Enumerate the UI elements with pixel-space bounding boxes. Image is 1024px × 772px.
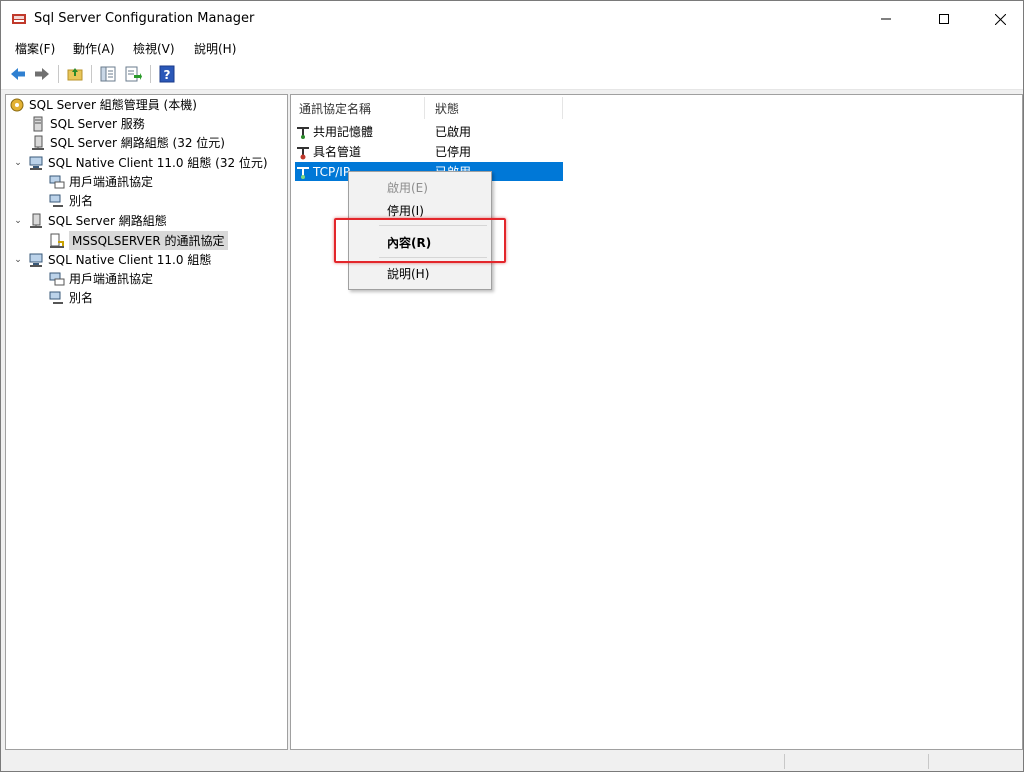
app-icon <box>12 14 26 24</box>
tree-item-label: SQL Server 網路組態 (32 位元) <box>50 136 225 150</box>
services-icon <box>33 116 43 131</box>
svg-text:?: ? <box>164 68 171 82</box>
chevron-down-icon[interactable]: ⌄ <box>12 255 24 265</box>
tree-item-label: 別名 <box>69 194 94 208</box>
toolbar-separator <box>91 65 92 83</box>
list-item-shared-memory[interactable]: 共用記憶體 已啟用 <box>295 122 563 141</box>
close-button[interactable] <box>977 1 1023 37</box>
tree-item-client-protocols-2[interactable]: 用戶端通訊協定 <box>49 269 153 288</box>
column-header-protocol-name[interactable]: 通訊協定名稱 <box>299 98 371 118</box>
menu-bar: 檔案(F) 動作(A) 檢視(V) 說明(H) <box>1 37 1023 59</box>
close-icon <box>994 13 1006 25</box>
network-config-icon <box>32 135 44 150</box>
tree-pane[interactable]: SQL Server 組態管理員 (本機) SQL Server 服務 SQL … <box>5 94 288 750</box>
chevron-down-icon[interactable]: ⌄ <box>12 158 24 168</box>
show-hide-console-icon[interactable] <box>99 65 117 83</box>
minimize-icon <box>881 18 891 20</box>
tree-item-aliases[interactable]: 別名 <box>49 191 93 210</box>
tree-item-mssqlserver-protocols[interactable]: MSSQLSERVER 的通訊協定 <box>49 231 228 250</box>
menu-item-label: 啟用(E) <box>387 180 428 195</box>
minimize-button[interactable] <box>863 1 909 37</box>
tree-item-label: 用戶端通訊協定 <box>69 175 154 189</box>
forward-icon[interactable] <box>33 65 51 83</box>
toolbar-separator <box>58 65 59 83</box>
aliases-icon <box>49 194 63 207</box>
tree-item-root[interactable]: SQL Server 組態管理員 (本機) <box>9 95 197 114</box>
back-icon[interactable] <box>9 65 27 83</box>
menu-item-label: 說明(H) <box>387 266 430 281</box>
tree-item-label: SQL Server 組態管理員 (本機) <box>29 98 197 112</box>
maximize-button[interactable] <box>921 1 967 37</box>
column-divider[interactable] <box>562 97 563 119</box>
tree-item-network-config-32[interactable]: SQL Server 網路組態 (32 位元) <box>30 133 225 152</box>
client-protocols-icon <box>49 175 65 188</box>
toolbar-separator <box>150 65 151 83</box>
tree-item-native-client-32[interactable]: ⌄ SQL Native Client 11.0 組態 (32 位元) <box>12 153 268 172</box>
up-folder-icon[interactable] <box>66 65 84 83</box>
app-window: Sql Server Configuration Manager 檔案(F) 動… <box>0 0 1024 772</box>
menu-item-label: 停用(I) <box>387 203 424 218</box>
protocol-disabled-icon <box>297 146 309 159</box>
tree-item-label: MSSQLSERVER 的通訊協定 <box>69 231 228 250</box>
tree-item-label: SQL Native Client 11.0 組態 <box>48 253 212 267</box>
tree-item-native-client[interactable]: ⌄ SQL Native Client 11.0 組態 <box>12 250 211 269</box>
tree-item-label: 別名 <box>69 291 94 305</box>
menu-view[interactable]: 檢視(V) <box>133 40 175 57</box>
aliases-icon <box>49 291 63 304</box>
tree-item-label: SQL Native Client 11.0 組態 (32 位元) <box>48 156 268 170</box>
help-icon[interactable]: ? <box>158 65 176 83</box>
export-list-icon[interactable] <box>124 65 142 83</box>
chevron-down-icon[interactable]: ⌄ <box>12 216 24 226</box>
title-bar[interactable]: Sql Server Configuration Manager <box>1 1 1023 37</box>
protocol-name: TCP/IP <box>313 164 351 179</box>
network-config-icon <box>30 213 42 228</box>
menu-help[interactable]: 說明(H) <box>194 40 236 57</box>
tree-item-aliases-2[interactable]: 別名 <box>49 288 93 307</box>
protocol-icon <box>297 126 309 139</box>
list-item-named-pipes[interactable]: 具名管道 已停用 <box>295 142 563 161</box>
protocol-name: 具名管道 <box>313 145 362 159</box>
config-manager-icon <box>10 98 24 111</box>
column-header-status[interactable]: 狀態 <box>435 98 459 118</box>
protocol-status: 已停用 <box>435 145 472 159</box>
tree-item-sql-server-services[interactable]: SQL Server 服務 <box>30 114 145 133</box>
protocol-name: 共用記憶體 <box>313 125 374 139</box>
window-title: Sql Server Configuration Manager <box>34 11 255 26</box>
native-client-icon <box>29 253 43 267</box>
toolbar: ? <box>1 59 1023 90</box>
status-divider <box>784 754 785 769</box>
menu-item-enable[interactable]: 啟用(E) <box>349 176 491 198</box>
protocol-status: 已啟用 <box>435 125 472 139</box>
tree-item-label: 用戶端通訊協定 <box>69 272 154 286</box>
protocols-icon <box>50 233 64 248</box>
maximize-icon <box>939 14 949 24</box>
tree-item-network-config[interactable]: ⌄ SQL Server 網路組態 <box>12 211 167 230</box>
column-divider[interactable] <box>424 97 425 119</box>
client-protocols-icon <box>49 272 65 285</box>
menu-item-help[interactable]: 說明(H) <box>349 262 491 284</box>
tree-item-client-protocols[interactable]: 用戶端通訊協定 <box>49 172 153 191</box>
native-client-icon <box>29 156 43 170</box>
status-bar <box>1 752 1023 771</box>
menu-action[interactable]: 動作(A) <box>73 40 115 57</box>
tree-item-label: SQL Server 服務 <box>50 117 145 131</box>
status-divider <box>928 754 929 769</box>
protocol-icon <box>297 166 309 179</box>
tree-item-label: SQL Server 網路組態 <box>48 214 167 228</box>
highlight-box <box>334 218 506 263</box>
menu-file[interactable]: 檔案(F) <box>15 40 55 57</box>
